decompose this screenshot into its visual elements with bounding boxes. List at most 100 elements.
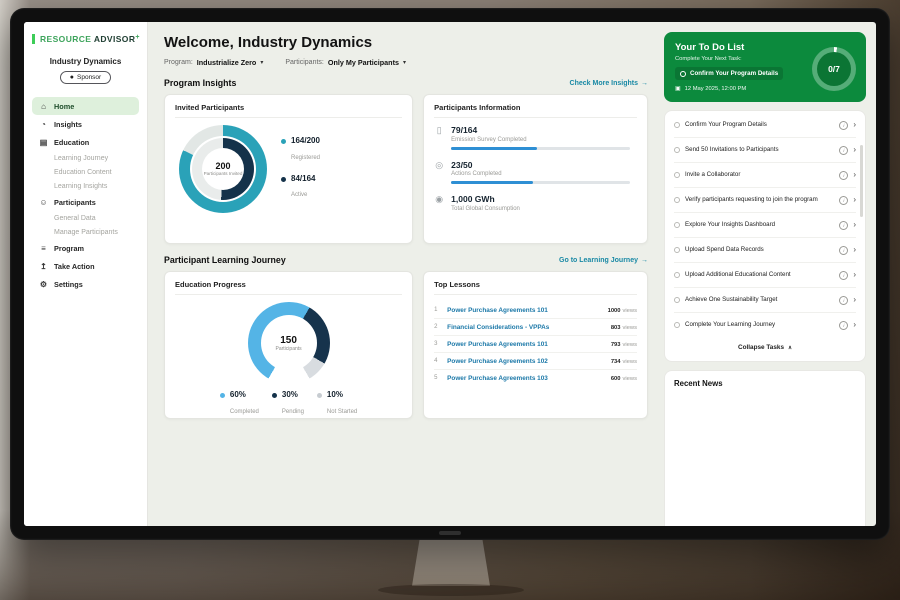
filter-bar: Program: Industrialize Zero ▾ Participan… bbox=[164, 58, 648, 67]
next-task-button[interactable]: Confirm Your Program Details bbox=[675, 67, 783, 80]
sidebar-item-learning-journey[interactable]: Learning Journey bbox=[32, 151, 139, 165]
sidebar-item-label: Insights bbox=[54, 120, 82, 129]
legend-label: Active bbox=[291, 192, 307, 198]
legend-value: 30% bbox=[282, 391, 304, 400]
task-checkbox[interactable] bbox=[674, 122, 680, 128]
task-checkbox[interactable] bbox=[674, 322, 680, 328]
task-checkbox[interactable] bbox=[674, 247, 680, 253]
active-dot bbox=[281, 177, 286, 182]
task-row[interactable]: Send 50 Invitations to Participants i › bbox=[674, 138, 856, 163]
task-checkbox[interactable] bbox=[680, 71, 686, 77]
page-title: Welcome, Industry Dynamics bbox=[164, 34, 648, 51]
lesson-row[interactable]: 3 Power Purchase Agreements 101 793views bbox=[434, 336, 637, 353]
task-label: Complete Your Learning Journey bbox=[685, 321, 834, 329]
chevron-right-icon[interactable]: › bbox=[853, 271, 856, 279]
participants-filter-label: Participants: bbox=[285, 59, 324, 66]
participants-filter-dropdown[interactable]: Participants: Only My Participants ▾ bbox=[285, 58, 406, 67]
sponsor-badge[interactable]: ● Sponsor bbox=[60, 71, 111, 84]
legend-label: Not Started bbox=[327, 409, 357, 415]
lesson-row[interactable]: 2 Financial Considerations - VPPAs 803vi… bbox=[434, 319, 637, 336]
task-row[interactable]: Complete Your Learning Journey i › bbox=[674, 313, 856, 337]
program-filter-dropdown[interactable]: Program: Industrialize Zero ▾ bbox=[164, 58, 263, 67]
task-checkbox[interactable] bbox=[674, 147, 680, 153]
program-insights-header: Program Insights Check More Insights → bbox=[164, 78, 648, 88]
sidebar-item-learning-insights[interactable]: Learning Insights bbox=[32, 179, 139, 193]
task-row[interactable]: Verify participants requesting to join t… bbox=[674, 188, 856, 213]
info-icon[interactable]: i bbox=[839, 246, 848, 255]
info-icon[interactable]: i bbox=[839, 296, 848, 305]
task-row[interactable]: Invite a Collaborator i › bbox=[674, 163, 856, 188]
sidebar-item-manage-participants[interactable]: Manage Participants bbox=[32, 225, 139, 239]
chevron-right-icon[interactable]: › bbox=[853, 121, 856, 129]
task-row[interactable]: Upload Spend Data Records i › bbox=[674, 238, 856, 263]
section-title: Participant Learning Journey bbox=[164, 255, 286, 265]
task-row[interactable]: Confirm Your Program Details i › bbox=[674, 113, 856, 138]
lesson-link[interactable]: Financial Considerations - VPPAs bbox=[447, 324, 603, 331]
sidebar-item-home[interactable]: ⌂ Home bbox=[32, 97, 139, 115]
tasks-list-card: Confirm Your Program Details i › Send 50… bbox=[664, 110, 866, 362]
tasks-scrollbar[interactable] bbox=[860, 145, 863, 217]
chevron-right-icon[interactable]: › bbox=[853, 196, 856, 204]
participants-information-card: Participants Information ▯ 79/164 Emissi… bbox=[423, 94, 648, 244]
info-icon[interactable]: i bbox=[839, 221, 848, 230]
lesson-views-value: 1000 bbox=[608, 308, 621, 314]
calendar-icon: ▣ bbox=[675, 85, 681, 92]
info-icon[interactable]: i bbox=[839, 196, 848, 205]
task-checkbox[interactable] bbox=[674, 297, 680, 303]
lesson-views-value: 793 bbox=[611, 342, 621, 348]
sidebar-item-program[interactable]: ≡ Program bbox=[32, 239, 139, 257]
lesson-row[interactable]: 5 Power Purchase Agreements 103 600views bbox=[434, 370, 637, 386]
collapse-tasks-button[interactable]: Collapse Tasks ∧ bbox=[674, 337, 856, 359]
chevron-right-icon[interactable]: › bbox=[853, 321, 856, 329]
sidebar-item-education-content[interactable]: Education Content bbox=[32, 165, 139, 179]
donut-center-value: 200 bbox=[215, 161, 230, 171]
sidebar-item-label: Home bbox=[54, 102, 74, 111]
task-row[interactable]: Explore Your Insights Dashboard i › bbox=[674, 213, 856, 238]
task-label: Upload Additional Educational Content bbox=[685, 271, 834, 279]
chevron-right-icon[interactable]: › bbox=[853, 146, 856, 154]
info-icon[interactable]: i bbox=[839, 321, 848, 330]
task-checkbox[interactable] bbox=[674, 197, 680, 203]
check-more-insights-link[interactable]: Check More Insights → bbox=[570, 80, 648, 87]
sidebar-item-education[interactable]: ▤ Education bbox=[32, 133, 139, 151]
lesson-link[interactable]: Power Purchase Agreements 102 bbox=[447, 358, 603, 365]
monitor-stand bbox=[412, 538, 490, 586]
insights-icon: ◔ bbox=[39, 120, 48, 129]
sidebar-item-insights[interactable]: ◔ Insights bbox=[32, 115, 139, 133]
lesson-views-label: views bbox=[623, 342, 638, 348]
task-checkbox[interactable] bbox=[674, 222, 680, 228]
task-label: Verify participants requesting to join t… bbox=[685, 196, 834, 204]
program-filter-label: Program: bbox=[164, 59, 193, 66]
consumption-icon: ◉ bbox=[434, 194, 444, 212]
lesson-row[interactable]: 4 Power Purchase Agreements 102 734views bbox=[434, 353, 637, 370]
info-icon[interactable]: i bbox=[839, 271, 848, 280]
survey-progress-bar bbox=[451, 147, 629, 150]
todo-progress-ring: 0/7 bbox=[812, 47, 856, 91]
sidebar-item-general-data[interactable]: General Data bbox=[32, 211, 139, 225]
chevron-right-icon[interactable]: › bbox=[853, 221, 856, 229]
actions-progress-bar bbox=[451, 181, 629, 184]
go-to-learning-journey-link[interactable]: Go to Learning Journey → bbox=[559, 257, 648, 264]
lesson-link[interactable]: Power Purchase Agreements 101 bbox=[447, 341, 603, 348]
task-row[interactable]: Upload Additional Educational Content i … bbox=[674, 263, 856, 288]
info-icon[interactable]: i bbox=[839, 146, 848, 155]
actions-completed-row: ◎ 23/50 Actions Completed bbox=[434, 160, 637, 185]
lesson-views-value: 600 bbox=[611, 376, 621, 382]
info-icon[interactable]: i bbox=[839, 171, 848, 180]
lesson-link[interactable]: Power Purchase Agreements 101 bbox=[447, 307, 599, 314]
chevron-right-icon[interactable]: › bbox=[853, 171, 856, 179]
sidebar-item-take-action[interactable]: ↥ Take Action bbox=[32, 257, 139, 275]
sidebar-item-settings[interactable]: ⚙ Settings bbox=[32, 275, 139, 293]
task-checkbox[interactable] bbox=[674, 172, 680, 178]
lesson-link[interactable]: Power Purchase Agreements 103 bbox=[447, 375, 603, 382]
info-icon[interactable]: i bbox=[839, 121, 848, 130]
participants-icon: ☺ bbox=[39, 198, 48, 207]
sidebar-item-participants[interactable]: ☺ Participants bbox=[32, 193, 139, 211]
task-row[interactable]: Achieve One Sustainability Target i › bbox=[674, 288, 856, 313]
lesson-row[interactable]: 1 Power Purchase Agreements 101 1000view… bbox=[434, 302, 637, 319]
task-checkbox[interactable] bbox=[674, 272, 680, 278]
chevron-down-icon: ▾ bbox=[403, 59, 406, 66]
main-content: Welcome, Industry Dynamics Program: Indu… bbox=[148, 22, 660, 526]
chevron-right-icon[interactable]: › bbox=[853, 296, 856, 304]
chevron-right-icon[interactable]: › bbox=[853, 246, 856, 254]
